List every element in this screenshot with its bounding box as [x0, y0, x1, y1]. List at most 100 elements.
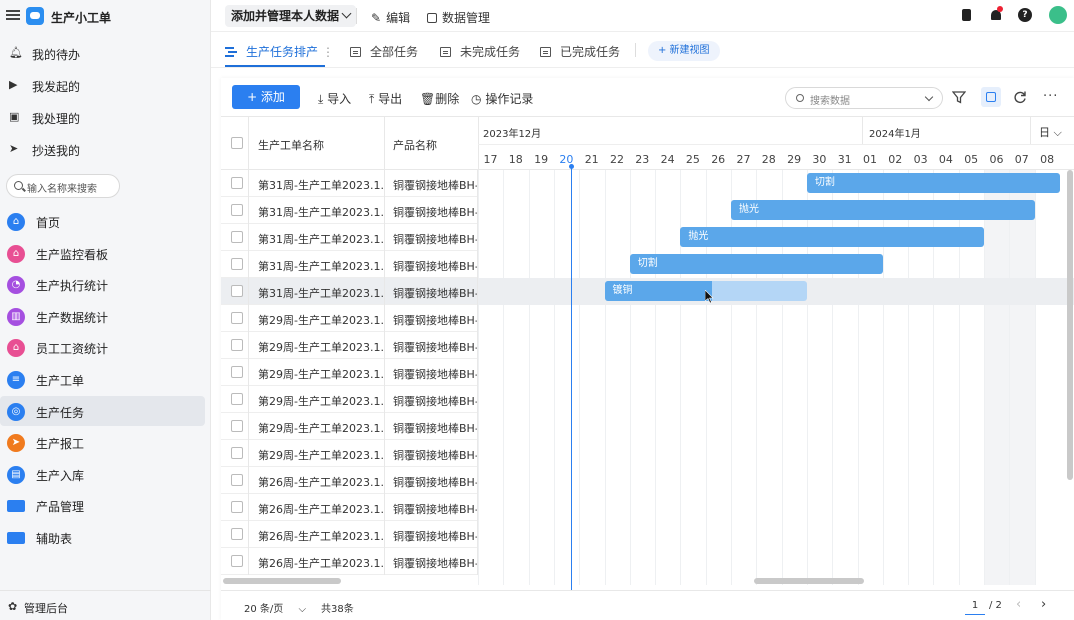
- gantt-bar[interactable]: 抛光: [680, 227, 984, 247]
- sidebar-nav-item-10[interactable]: 辅助表: [0, 522, 205, 552]
- weekend-column: [984, 170, 1010, 585]
- admin-label: 管理后台: [24, 602, 68, 615]
- row-checkbox[interactable]: [231, 258, 243, 270]
- play-icon: ▶: [9, 78, 18, 91]
- table-row[interactable]: 第26周-生产工单2023.1... 铜覆钢接地棒BH-G: [221, 521, 478, 548]
- tab-1[interactable]: 全部任务: [350, 43, 418, 60]
- menu-icon[interactable]: [6, 8, 20, 22]
- new-view-button[interactable]: + 新建视图: [648, 41, 720, 61]
- table-row[interactable]: 第31周-生产工单2023.1... 铜覆钢接地棒BH-G: [221, 278, 478, 305]
- search-input[interactable]: 搜索数据: [785, 87, 943, 109]
- row-checkbox[interactable]: [231, 204, 243, 216]
- gantt-bar[interactable]: 抛光: [731, 200, 1035, 220]
- day-label: 05: [964, 153, 979, 166]
- filter-icon[interactable]: [951, 90, 967, 104]
- table-row[interactable]: 第26周-生产工单2023.1... 铜覆钢接地棒BH-G: [221, 467, 478, 494]
- page-size-select[interactable]: 20 条/页 ⌵: [244, 600, 306, 615]
- select-all-checkbox[interactable]: [231, 137, 243, 149]
- table-row[interactable]: 第26周-生产工单2023.1... 铜覆钢接地棒BH-G: [221, 494, 478, 521]
- gantt-bar[interactable]: 切割: [629, 254, 883, 274]
- table-row[interactable]: 第26周-生产工单2023.1... 铜覆钢接地棒BH-G: [221, 548, 478, 575]
- sidebar-nav-item-8[interactable]: ▤ 生产入库: [0, 459, 205, 489]
- sidebar-item-0[interactable]: 🔔︎ 我的待办: [0, 38, 205, 68]
- table-row[interactable]: 第29周-生产工单2023.1... 铜覆钢接地棒BH-G: [221, 332, 478, 359]
- row-checkbox[interactable]: [231, 339, 243, 351]
- book-icon[interactable]: [960, 8, 974, 22]
- gantt-bar[interactable]: 切割: [806, 173, 1060, 193]
- day-label: 25: [685, 153, 700, 166]
- sidebar-nav-item-1[interactable]: ⌂ 生产监控看板: [0, 238, 205, 268]
- data-scope-dropdown[interactable]: 添加并管理本人数据: [225, 5, 357, 27]
- table-row[interactable]: 第29周-生产工单2023.1... 铜覆钢接地棒BH-G: [221, 359, 478, 386]
- vertical-scrollbar[interactable]: [1067, 170, 1073, 480]
- table-row[interactable]: 第29周-生产工单2023.1... 铜覆钢接地棒BH-G: [221, 440, 478, 467]
- edit-button[interactable]: ✎ 编辑: [371, 9, 410, 26]
- sidebar-nav-label: 生产报工: [36, 437, 85, 452]
- sidebar-nav-item-4[interactable]: ⌂ 员工工资统计: [0, 332, 205, 362]
- row-checkbox[interactable]: [231, 285, 243, 297]
- table-row[interactable]: 第31周-生产工单2023.1... 铜覆钢接地棒BH-G: [221, 224, 478, 251]
- row-checkbox[interactable]: [231, 474, 243, 486]
- sidebar-nav-item-5[interactable]: ≡ 生产工单: [0, 364, 205, 394]
- table-row[interactable]: 第31周-生产工单2023.1... 铜覆钢接地棒BH-G: [221, 197, 478, 224]
- sidebar-nav-item-6[interactable]: ◎ 生产任务: [0, 395, 205, 426]
- row-checkbox[interactable]: [231, 528, 243, 540]
- row-checkbox[interactable]: [231, 420, 243, 432]
- help-icon[interactable]: ?: [1018, 8, 1032, 22]
- gantt-bar[interactable]: 镀铜: [604, 281, 712, 301]
- sidebar-nav-item-3[interactable]: ▥ 生产数据统计: [0, 301, 205, 331]
- table-row[interactable]: 第29周-生产工单2023.1... 铜覆钢接地棒BH-G: [221, 305, 478, 332]
- add-button[interactable]: + 添加: [232, 85, 300, 109]
- sidebar-item-2[interactable]: ▣ 我处理的: [0, 102, 205, 132]
- sidebar-search-input[interactable]: 输入名称来搜索: [6, 174, 120, 198]
- view-settings-icon[interactable]: [981, 87, 1001, 107]
- table-row[interactable]: 第29周-生产工单2023.1... 铜覆钢接地棒BH-G: [221, 386, 478, 413]
- divider: [248, 332, 249, 359]
- export-button[interactable]: ⤒ 导出: [369, 90, 402, 107]
- prev-page-icon[interactable]: ‹: [1016, 597, 1021, 612]
- table-row[interactable]: 第31周-生产工单2023.1... 铜覆钢接地棒BH-G: [221, 251, 478, 278]
- import-button[interactable]: ⤓ 导入: [318, 90, 351, 107]
- sidebar-item-3[interactable]: ➤ 抄送我的: [0, 134, 205, 164]
- notification-bell-icon[interactable]: [989, 6, 1003, 22]
- row-checkbox[interactable]: [231, 447, 243, 459]
- tab-menu-icon[interactable]: ⋮: [322, 45, 334, 59]
- admin-link[interactable]: ✿ 管理后台: [0, 590, 211, 620]
- more-icon[interactable]: ···: [1043, 89, 1057, 104]
- tab-0[interactable]: 生产任务排产 ⋮: [225, 43, 334, 60]
- sidebar-nav-item-0[interactable]: ⌂ 首页: [0, 206, 205, 236]
- table-horizontal-scrollbar[interactable]: [223, 578, 341, 584]
- avatar[interactable]: [1049, 6, 1067, 24]
- table-row[interactable]: 第31周-生产工单2023.1... 铜覆钢接地棒BH-G: [221, 170, 478, 197]
- time-scale-select[interactable]: 日 ⌵: [1039, 124, 1062, 140]
- row-checkbox[interactable]: [231, 393, 243, 405]
- refresh-icon[interactable]: [1013, 90, 1027, 104]
- row-checkbox[interactable]: [231, 555, 243, 567]
- next-page-icon[interactable]: ›: [1041, 597, 1046, 612]
- tab-3[interactable]: 已完成任务: [540, 43, 620, 60]
- sidebar-nav-item-7[interactable]: ➤ 生产报工: [0, 427, 205, 457]
- sidebar-nav-item-9[interactable]: 产品管理: [0, 490, 205, 520]
- day-label: 19: [534, 153, 549, 166]
- table-row[interactable]: 第29周-生产工单2023.1... 铜覆钢接地棒BH-G: [221, 413, 478, 440]
- column-header-product[interactable]: 产品名称: [393, 137, 437, 153]
- divider: [248, 413, 249, 440]
- column-header-name[interactable]: 生产工单名称: [258, 137, 324, 153]
- sidebar-item-1[interactable]: ▶ 我发起的: [0, 70, 205, 100]
- row-checkbox[interactable]: [231, 177, 243, 189]
- page-number-input[interactable]: 1: [965, 597, 985, 615]
- tab-2[interactable]: 未完成任务: [440, 43, 520, 60]
- grid-line: [984, 170, 985, 585]
- day-label: 04: [938, 153, 953, 166]
- cell-work-order-name: 第29周-生产工单2023.1...: [258, 422, 384, 435]
- gantt-horizontal-scrollbar[interactable]: [754, 578, 864, 584]
- data-manage-button[interactable]: 数据管理: [427, 9, 490, 26]
- row-checkbox[interactable]: [231, 366, 243, 378]
- sidebar-nav-item-2[interactable]: ◔ 生产执行统计: [0, 269, 205, 299]
- row-checkbox[interactable]: [231, 231, 243, 243]
- row-checkbox[interactable]: [231, 312, 243, 324]
- day-label: 28: [761, 153, 776, 166]
- row-checkbox[interactable]: [231, 501, 243, 513]
- delete-button[interactable]: 🗑︎删除: [420, 90, 459, 107]
- operation-log-button[interactable]: ◷ 操作记录: [471, 90, 533, 107]
